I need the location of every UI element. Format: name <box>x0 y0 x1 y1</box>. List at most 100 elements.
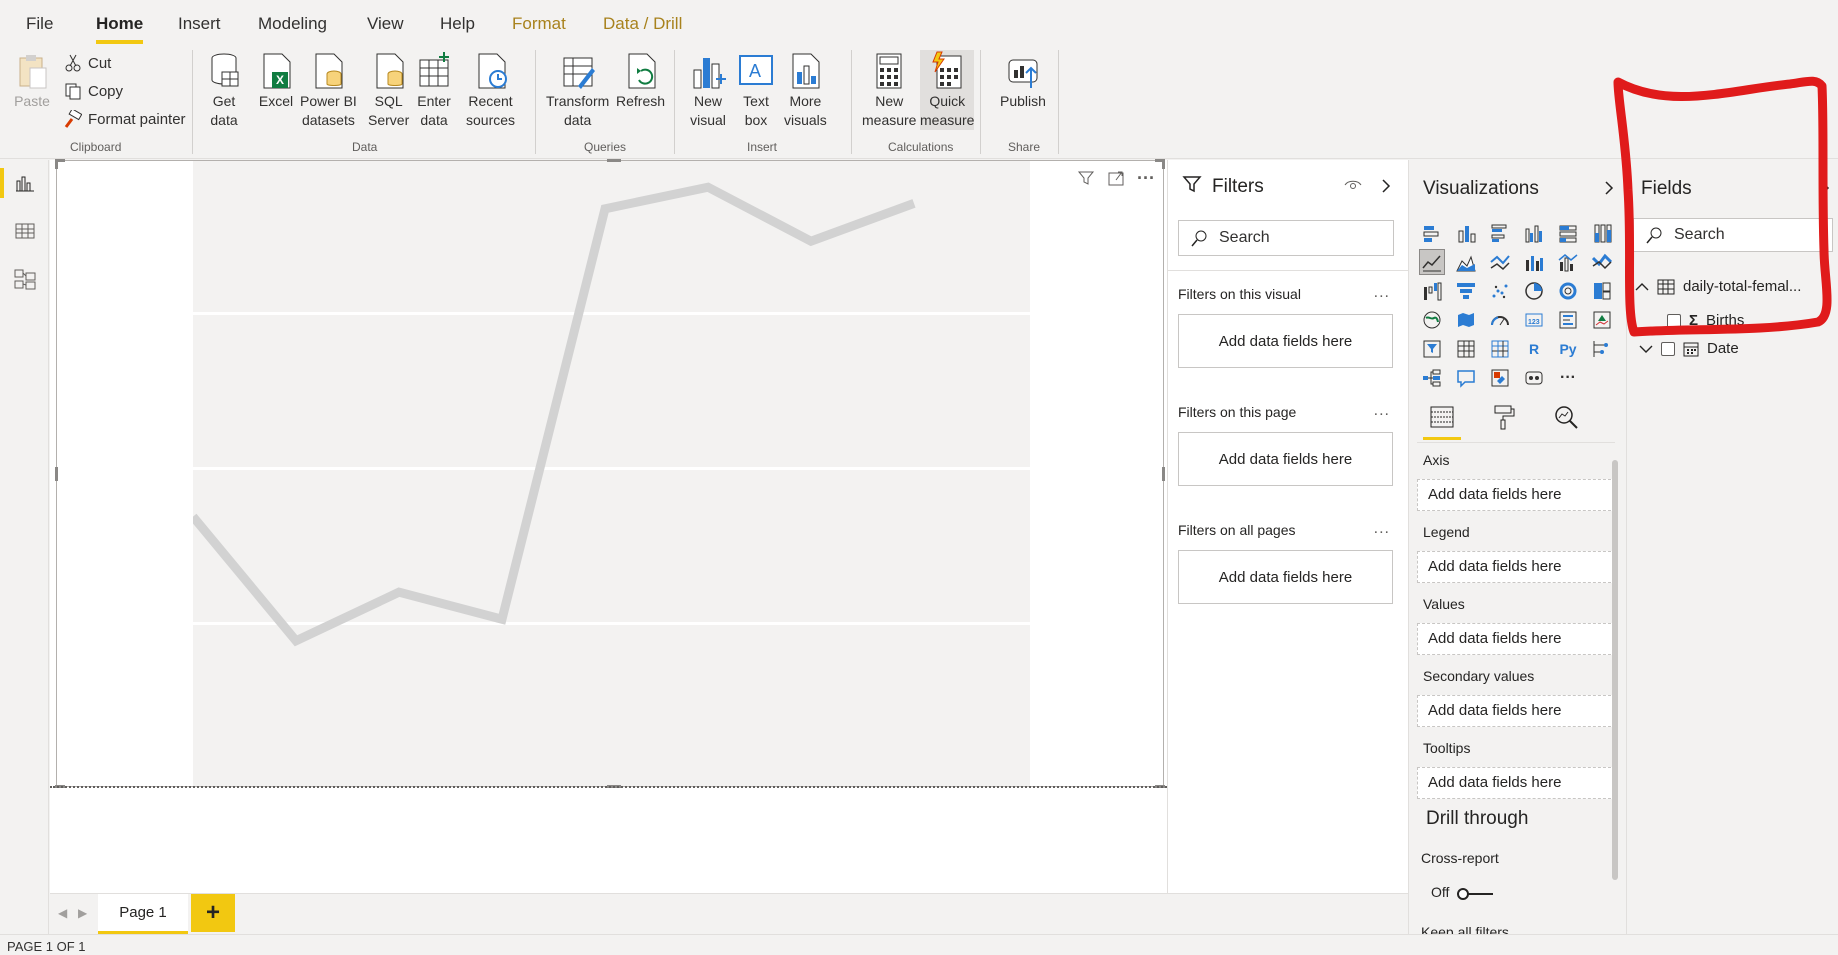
fields-search-input[interactable]: Search <box>1633 218 1833 252</box>
filters-visual-drop-zone[interactable]: Add data fields here <box>1178 314 1393 368</box>
more-options-icon[interactable]: ... <box>1374 402 1390 420</box>
more-options-icon[interactable]: ... <box>1374 520 1390 538</box>
report-canvas[interactable]: ··· <box>50 159 1167 893</box>
donut-chart-icon[interactable] <box>1555 278 1581 304</box>
model-view-icon[interactable] <box>10 264 40 294</box>
legend-field-well[interactable]: Add data fields here <box>1417 551 1616 583</box>
values-field-well[interactable]: Add data fields here <box>1417 623 1616 655</box>
filter-icon[interactable] <box>1075 167 1097 189</box>
sql-server-button[interactable]: SQL Server <box>368 50 409 130</box>
enter-data-button[interactable]: Enter data <box>414 50 454 130</box>
new-visual-button[interactable]: New visual <box>688 50 728 130</box>
100-stacked-column-chart-icon[interactable] <box>1589 220 1615 246</box>
line-and-stacked-column-chart-icon[interactable] <box>1521 249 1547 275</box>
power-bi-datasets-button[interactable]: Power BI datasets <box>300 50 357 130</box>
matrix-icon[interactable] <box>1487 336 1513 362</box>
secondary-values-field-well[interactable]: Add data fields here <box>1417 695 1616 727</box>
decomposition-tree-icon[interactable] <box>1419 365 1445 391</box>
more-options-icon[interactable]: ··· <box>1135 167 1157 189</box>
kpi-icon[interactable] <box>1589 307 1615 333</box>
treemap-icon[interactable] <box>1589 278 1615 304</box>
resize-handle[interactable] <box>1162 159 1165 169</box>
card-icon[interactable]: 123 <box>1521 307 1547 333</box>
excel-button[interactable]: X Excel <box>256 50 296 111</box>
stacked-area-chart-icon[interactable] <box>1487 249 1513 275</box>
publish-button[interactable]: Publish <box>1000 50 1046 111</box>
filters-search-input[interactable]: Search <box>1178 220 1394 256</box>
pane-scrollbar[interactable] <box>1612 460 1618 880</box>
format-paint-roller-icon[interactable] <box>1485 398 1523 436</box>
more-options-icon[interactable]: ... <box>1374 284 1390 302</box>
chevron-right-icon[interactable] <box>1603 180 1615 196</box>
waterfall-chart-icon[interactable] <box>1419 278 1445 304</box>
resize-handle[interactable] <box>55 159 58 169</box>
text-box-button[interactable]: A Text box <box>736 50 776 130</box>
paginated-report-icon[interactable] <box>1521 365 1547 391</box>
chevron-down-icon[interactable] <box>1639 344 1653 354</box>
line-chart-visual[interactable]: ··· <box>55 159 1165 788</box>
qa-visual-icon[interactable] <box>1453 365 1479 391</box>
menu-tab-insert[interactable]: Insert <box>178 14 221 34</box>
resize-handle[interactable] <box>55 467 58 481</box>
resize-handle[interactable] <box>1162 467 1165 481</box>
smart-narrative-icon[interactable] <box>1487 365 1513 391</box>
filled-map-icon[interactable] <box>1453 307 1479 333</box>
map-icon[interactable] <box>1419 307 1445 333</box>
refresh-button[interactable]: Refresh <box>616 50 665 111</box>
chevron-up-icon[interactable] <box>1635 282 1649 292</box>
add-page-button[interactable]: + <box>191 894 235 932</box>
recent-sources-button[interactable]: Recent sources <box>466 50 515 130</box>
date-checkbox[interactable] <box>1661 341 1675 356</box>
clustered-bar-chart-icon[interactable] <box>1487 220 1513 246</box>
menu-tab-format[interactable]: Format <box>512 14 566 34</box>
r-script-visual-icon[interactable]: R <box>1521 336 1547 362</box>
filters-page-drop-zone[interactable]: Add data fields here <box>1178 432 1393 486</box>
chevron-right-icon[interactable] <box>1819 180 1831 196</box>
ribbon-chart-icon[interactable] <box>1589 249 1615 275</box>
slicer-icon[interactable] <box>1419 336 1445 362</box>
resize-handle[interactable] <box>607 159 621 162</box>
multi-row-card-icon[interactable] <box>1555 307 1581 333</box>
gauge-icon[interactable] <box>1487 307 1513 333</box>
chevron-right-icon[interactable] <box>1380 178 1392 194</box>
tooltips-field-well[interactable]: Add data fields here <box>1417 767 1616 799</box>
menu-tab-help[interactable]: Help <box>440 14 475 34</box>
analytics-magnifier-icon[interactable] <box>1547 398 1585 436</box>
stacked-column-chart-icon[interactable] <box>1453 220 1479 246</box>
copy-button[interactable]: Copy <box>64 82 123 100</box>
funnel-chart-icon[interactable] <box>1453 278 1479 304</box>
table-icon[interactable] <box>1453 336 1479 362</box>
axis-field-well[interactable]: Add data fields here <box>1417 479 1616 511</box>
field-table-row[interactable]: daily-total-femal... <box>1635 278 1801 295</box>
menu-tab-home[interactable]: Home <box>96 14 144 44</box>
next-page-icon[interactable]: ▶ <box>78 906 87 920</box>
report-view-icon[interactable] <box>0 168 40 198</box>
births-checkbox[interactable] <box>1667 313 1681 328</box>
line-and-clustered-column-chart-icon[interactable] <box>1555 249 1581 275</box>
menu-tab-modeling[interactable]: Modeling <box>258 14 327 34</box>
new-measure-button[interactable]: New measure <box>862 50 916 130</box>
format-painter-button[interactable]: Format painter <box>64 110 186 128</box>
key-influencers-icon[interactable] <box>1589 336 1615 362</box>
page-tab-1[interactable]: Page 1 <box>98 894 188 934</box>
previous-page-icon[interactable]: ◀ <box>58 906 67 920</box>
menu-tab-file[interactable]: File <box>26 14 53 34</box>
transform-data-button[interactable]: Transform data <box>546 50 609 130</box>
quick-measure-button[interactable]: Quick measure <box>920 50 975 130</box>
filters-all-pages-drop-zone[interactable]: Add data fields here <box>1178 550 1393 604</box>
menu-tab-data-drill[interactable]: Data / Drill <box>603 14 682 34</box>
area-chart-icon[interactable] <box>1453 249 1479 275</box>
data-view-icon[interactable] <box>10 216 40 246</box>
get-data-button[interactable]: Get data <box>204 50 244 130</box>
100-stacked-bar-chart-icon[interactable] <box>1555 220 1581 246</box>
paste-button[interactable]: Paste <box>12 50 52 111</box>
field-row-date[interactable]: Date <box>1639 340 1739 357</box>
fields-tab-icon[interactable] <box>1423 398 1461 440</box>
python-visual-icon[interactable]: Py <box>1555 336 1581 362</box>
menu-tab-view[interactable]: View <box>367 14 404 34</box>
clustered-column-chart-icon[interactable] <box>1521 220 1547 246</box>
line-chart-icon[interactable] <box>1419 249 1445 275</box>
scatter-chart-icon[interactable] <box>1487 278 1513 304</box>
more-visuals-button[interactable]: More visuals <box>784 50 827 130</box>
cross-report-toggle[interactable] <box>1457 887 1495 900</box>
